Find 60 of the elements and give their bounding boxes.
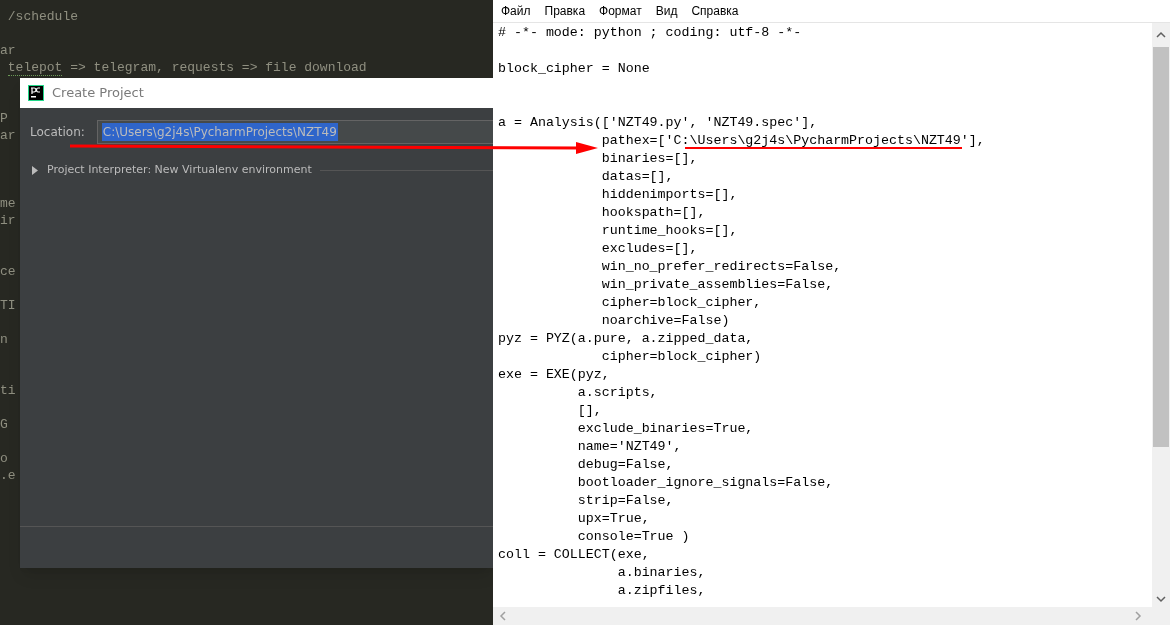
code-line: win_no_prefer_redirects=False, bbox=[600, 260, 842, 274]
code-line: G bbox=[0, 416, 8, 433]
menu-item[interactable]: Файл bbox=[495, 2, 537, 20]
code-line: win_private_assemblies=False, bbox=[600, 278, 834, 292]
code-line: noarchive=False) bbox=[600, 314, 730, 328]
code-line: upx=True, bbox=[576, 512, 650, 526]
code-line: binaries=[], bbox=[600, 152, 698, 166]
code-line: bootloader_ignore_signals=False, bbox=[576, 476, 834, 490]
code-line: strip=False, bbox=[576, 494, 674, 508]
code-line: pyz = PYZ(a.pure, a.zipped_data, bbox=[498, 332, 754, 346]
code-line: .e bbox=[0, 467, 16, 484]
code-line: # -*- mode: python ; coding: utf-8 -*- bbox=[498, 26, 802, 40]
window-title: Create Project bbox=[52, 84, 144, 103]
location-value: C:\Users\g2j4s\PycharmProjects\NZT49 bbox=[101, 123, 338, 141]
code-line: pathex=['C:\Users\g2j4s\PycharmProjects\NZT49'], bbox=[600, 134, 985, 148]
code-line: ce bbox=[0, 263, 16, 280]
code-line: TI bbox=[0, 297, 16, 314]
scroll-down-icon bbox=[1156, 595, 1166, 603]
interpreter-expander[interactable]: Project Interpreter: New Virtualenv environment bbox=[32, 162, 312, 179]
menu-item[interactable]: Правка bbox=[538, 2, 592, 20]
code-line: n bbox=[0, 331, 8, 348]
code-line: ar bbox=[0, 127, 16, 144]
code-line: coll = COLLECT(exe, bbox=[498, 548, 650, 562]
expand-triangle-icon bbox=[32, 165, 39, 175]
code-line: exe = EXE(pyz, bbox=[498, 368, 610, 382]
scroll-right-icon bbox=[1134, 611, 1142, 621]
code-line: /schedule bbox=[6, 8, 78, 25]
code-line: cipher=block_cipher, bbox=[600, 296, 762, 310]
code-line: cipher=block_cipher) bbox=[600, 350, 762, 364]
menu-item[interactable]: Вид bbox=[649, 2, 684, 20]
app-logo-icon bbox=[28, 85, 44, 101]
scroll-up-icon bbox=[1156, 31, 1166, 39]
horizontal-scrollbar[interactable] bbox=[493, 607, 1170, 625]
code-line: P bbox=[0, 110, 8, 127]
code-line: datas=[], bbox=[600, 170, 674, 184]
code-line: ti bbox=[0, 382, 16, 399]
code-line: excludes=[], bbox=[600, 242, 698, 256]
location-label: Location: bbox=[30, 124, 85, 141]
code-line: [], bbox=[576, 404, 602, 418]
code-line: hookspath=[], bbox=[600, 206, 706, 220]
code-line: a.binaries, bbox=[616, 566, 706, 580]
code-line: runtime_hooks=[], bbox=[600, 224, 738, 238]
code-line: me bbox=[0, 195, 16, 212]
code-line: debug=False, bbox=[576, 458, 674, 472]
code-line: a = Analysis(['NZT49.py', 'NZT49.spec'], bbox=[498, 116, 818, 130]
code-line: name='NZT49', bbox=[576, 440, 682, 454]
menu-item[interactable]: Формат bbox=[593, 2, 648, 20]
code-line: telepot => telegram, requests => file download bbox=[6, 59, 367, 76]
code-line: a.zipfiles, bbox=[616, 584, 706, 598]
code-line: ir bbox=[0, 212, 16, 229]
code-line: console=True ) bbox=[576, 530, 690, 544]
code-line: a.scripts, bbox=[576, 386, 658, 400]
menu-item[interactable]: Справка bbox=[685, 2, 745, 20]
code-line: hiddenimports=[], bbox=[600, 188, 738, 202]
code-line: o bbox=[0, 450, 8, 467]
scroll-left-icon bbox=[499, 611, 507, 621]
code-line: ar bbox=[0, 42, 16, 59]
vertical-scrollbar[interactable] bbox=[1152, 23, 1170, 607]
code-line: exclude_binaries=True, bbox=[576, 422, 754, 436]
code-line: block_cipher = None bbox=[498, 62, 650, 76]
